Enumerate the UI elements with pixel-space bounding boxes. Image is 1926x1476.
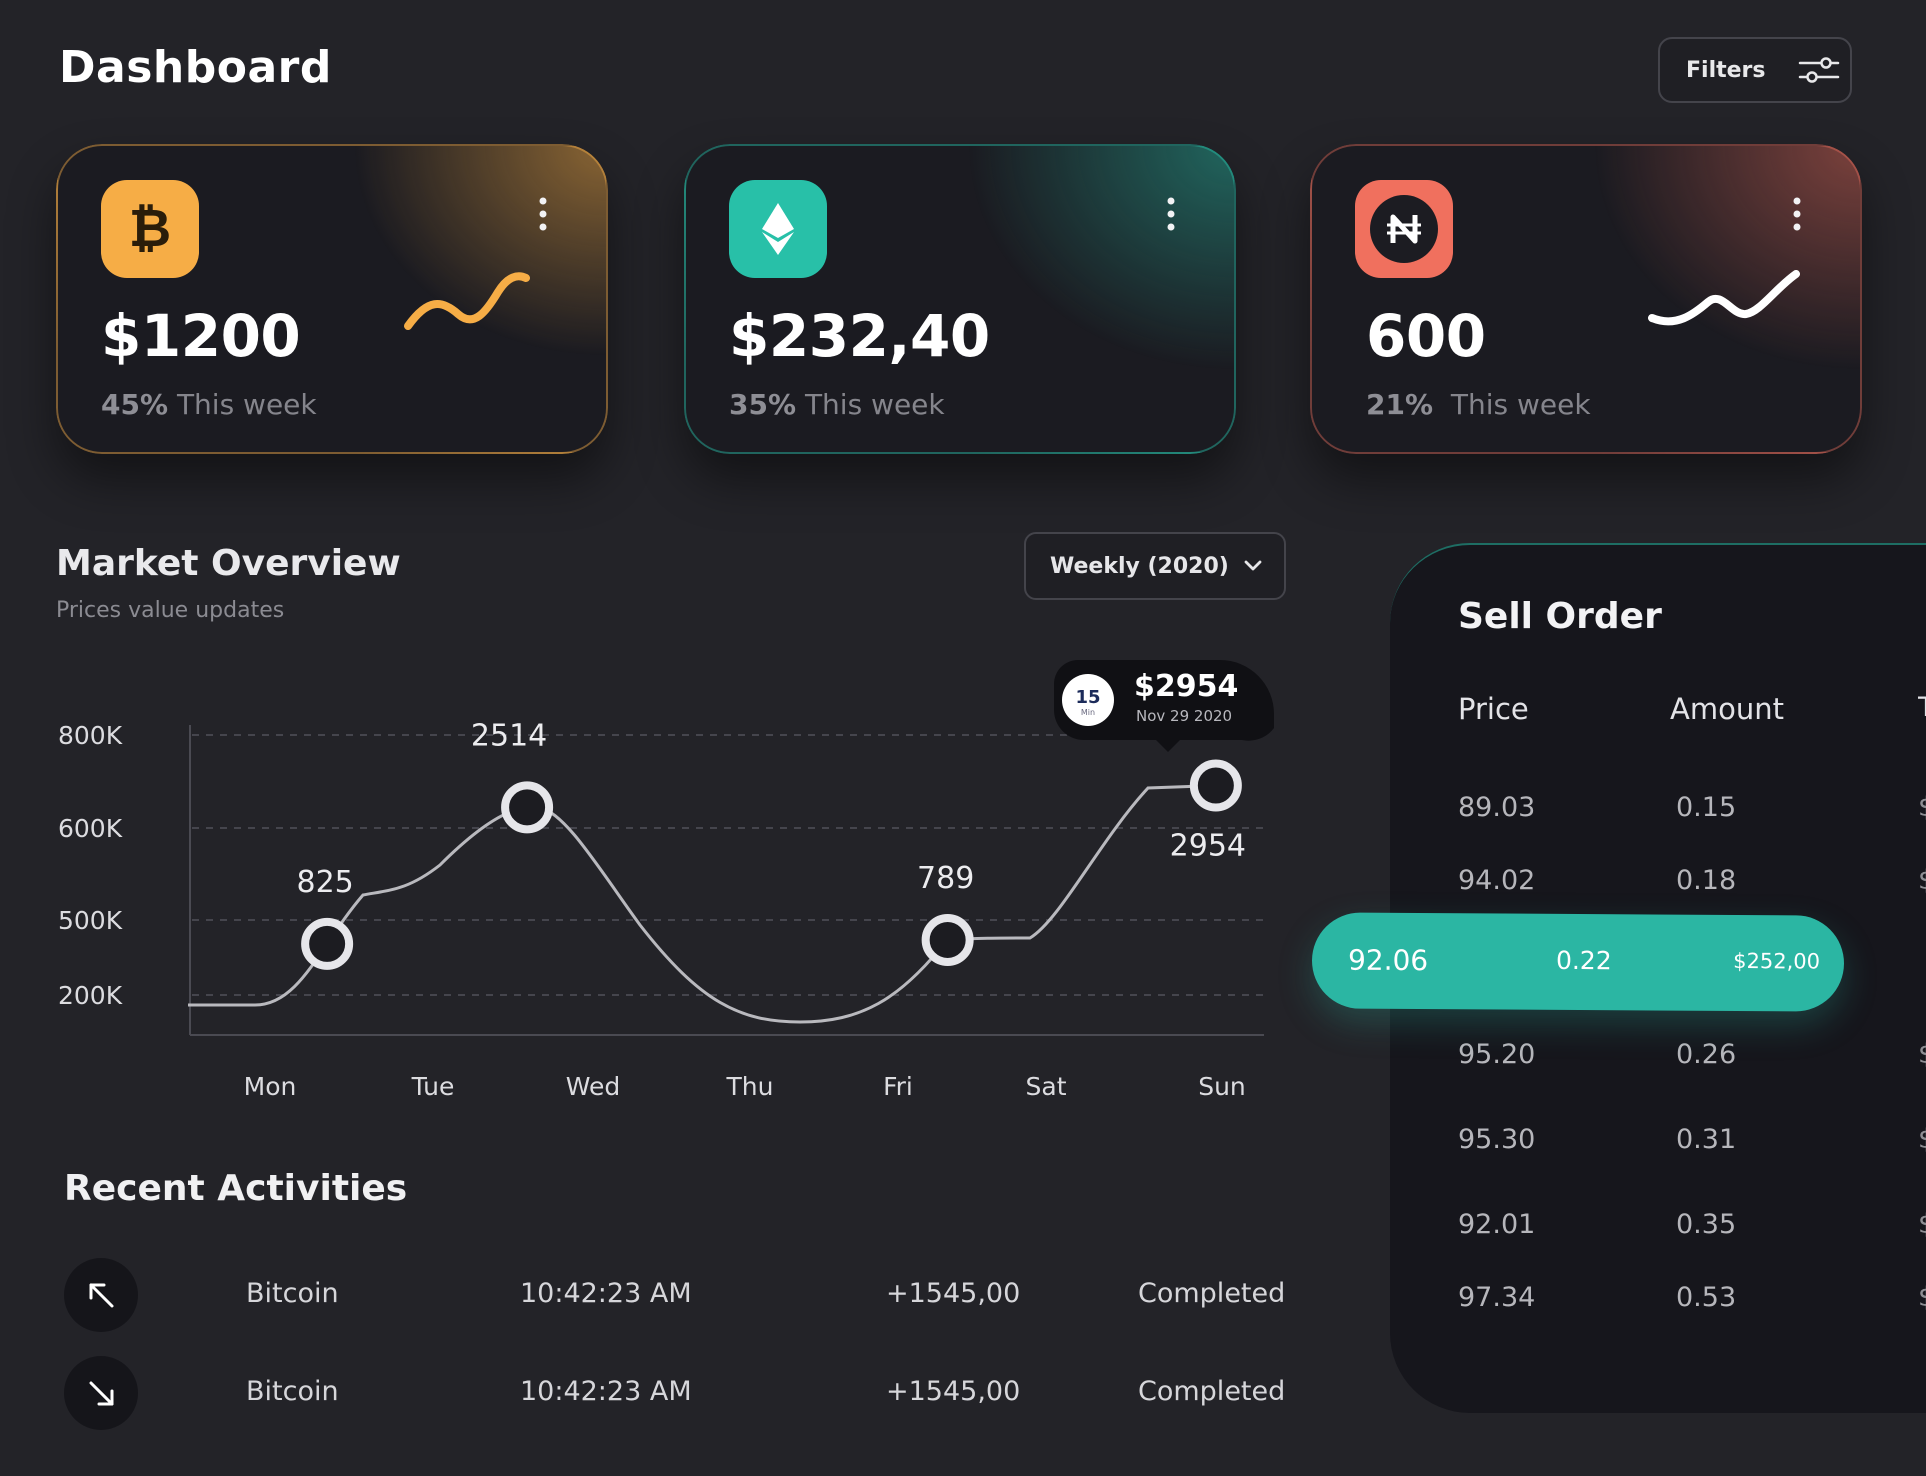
order-amount: 0.53 [1676, 1282, 1737, 1313]
order-price: 92.01 [1458, 1209, 1536, 1240]
price-curve [188, 783, 1231, 1024]
more-options-icon[interactable] [1792, 196, 1802, 232]
card-change: 45% This week [101, 388, 317, 421]
card-change: 35% This week [729, 388, 945, 421]
activity-amount: +1545,00 [886, 1376, 1021, 1407]
market-overview-subtitle: Prices value updates [56, 598, 285, 623]
activity-status: Completed [1138, 1376, 1286, 1407]
more-options-icon[interactable] [538, 196, 548, 232]
y-tick-label: 500K [58, 906, 123, 935]
nano-sparkline [1648, 270, 1800, 326]
order-total-clipped: $ [1918, 1282, 1926, 1314]
column-header-clipped: T [1918, 692, 1926, 724]
order-total-clipped: $ [1918, 792, 1926, 824]
chevron-down-icon [1244, 560, 1262, 571]
sliders-icon [1798, 57, 1839, 83]
selected-order-price: 92.06 [1347, 943, 1429, 978]
order-price: 95.30 [1458, 1124, 1536, 1155]
bitcoin-card[interactable]: ₿ $1200 45% This week [56, 144, 608, 454]
nano-card[interactable]: 600 21% This week [1310, 144, 1862, 454]
column-header-price: Price [1458, 692, 1529, 726]
y-tick-label: 600K [58, 814, 123, 843]
activity-coin: Bitcoin [246, 1278, 339, 1309]
period-select-value: Weekly (2020) [1050, 553, 1229, 579]
sell-order-title: Sell Order [1458, 596, 1662, 637]
card-value: 600 [1366, 302, 1486, 370]
order-amount: 0.31 [1676, 1124, 1737, 1155]
nano-icon [1355, 180, 1453, 278]
activity-row[interactable]: Bitcoin 10:42:23 AM +1545,00 Completed [0, 1258, 1300, 1334]
order-total-clipped: $ [1918, 1039, 1926, 1071]
activity-time: 10:42:23 AM [520, 1376, 692, 1407]
activity-amount: +1545,00 [886, 1278, 1021, 1309]
y-tick-label: 800K [58, 721, 123, 750]
card-change: 21% This week [1366, 388, 1591, 421]
tooltip-badge-unit: Min [1081, 708, 1095, 717]
x-tick-label: Mon [244, 1072, 297, 1101]
x-tick-label: Thu [726, 1072, 774, 1101]
chart-point-label: 2514 [471, 718, 547, 753]
activity-coin: Bitcoin [246, 1376, 339, 1407]
order-amount: 0.26 [1676, 1039, 1737, 1070]
filters-label: Filters [1686, 57, 1766, 83]
card-value: $232,40 [729, 302, 990, 370]
chart-point-label: 825 [296, 865, 353, 900]
tooltip-badge-value: 15 [1075, 687, 1100, 708]
order-price: 94.02 [1458, 865, 1536, 896]
chart-point[interactable] [1189, 759, 1242, 812]
y-tick-label: 200K [58, 981, 123, 1010]
x-tick-label: Tue [411, 1072, 455, 1101]
ethereum-card[interactable]: $232,40 35% This week [684, 144, 1236, 454]
card-value: $1200 [101, 302, 301, 370]
arrow-down-right-icon [64, 1356, 138, 1430]
chart-point[interactable] [921, 913, 974, 966]
activity-time: 10:42:23 AM [520, 1278, 692, 1309]
x-tick-label: Wed [566, 1072, 621, 1101]
order-price: 95.20 [1458, 1039, 1536, 1070]
column-header-amount: Amount [1670, 692, 1784, 726]
order-total-clipped: $ [1918, 865, 1926, 897]
bitcoin-icon: ₿ [101, 180, 199, 278]
x-tick-label: Sun [1198, 1072, 1246, 1101]
bitcoin-sparkline [404, 272, 530, 330]
order-amount: 0.35 [1676, 1209, 1737, 1240]
period-select[interactable]: Weekly (2020) [1024, 532, 1286, 600]
more-options-icon[interactable] [1166, 196, 1176, 232]
arrow-up-left-icon [64, 1258, 138, 1332]
order-amount: 0.18 [1676, 865, 1737, 896]
order-total-clipped: $ [1918, 1124, 1926, 1156]
market-overview-title: Market Overview [56, 543, 401, 584]
filters-button[interactable]: Filters [1658, 37, 1852, 103]
page-title: Dashboard [59, 42, 332, 93]
order-total-clipped: $ [1918, 1209, 1926, 1241]
order-amount: 0.15 [1676, 792, 1737, 823]
order-price: 89.03 [1458, 792, 1536, 823]
chart-point-label: 2954 [1170, 829, 1246, 864]
activity-row[interactable]: Bitcoin 10:42:23 AM +1545,00 Completed [0, 1356, 1300, 1432]
market-line-chart: 800K 600K 500K 200K 825 2514 789 2954 Mon Tue We… [58, 660, 1274, 1101]
selected-order-total: $252,00 [1733, 948, 1821, 974]
chart-tooltip: 15 Min $2954 Nov 29 2020 [1054, 660, 1274, 752]
selected-order-row[interactable]: 92.06 0.22 $252,00 [1311, 912, 1845, 1012]
order-price: 97.34 [1458, 1282, 1536, 1313]
chart-point[interactable] [301, 917, 354, 970]
tooltip-date: Nov 29 2020 [1136, 707, 1232, 725]
chart-point-label: 789 [917, 861, 974, 896]
x-tick-label: Fri [883, 1072, 913, 1101]
recent-activities-title: Recent Activities [64, 1168, 408, 1209]
activity-status: Completed [1138, 1278, 1286, 1309]
x-tick-label: Sat [1026, 1072, 1067, 1101]
tooltip-value: $2954 [1134, 669, 1238, 704]
ethereum-icon [729, 180, 827, 278]
chart-point[interactable] [501, 781, 554, 834]
selected-order-amount: 0.22 [1555, 945, 1612, 976]
